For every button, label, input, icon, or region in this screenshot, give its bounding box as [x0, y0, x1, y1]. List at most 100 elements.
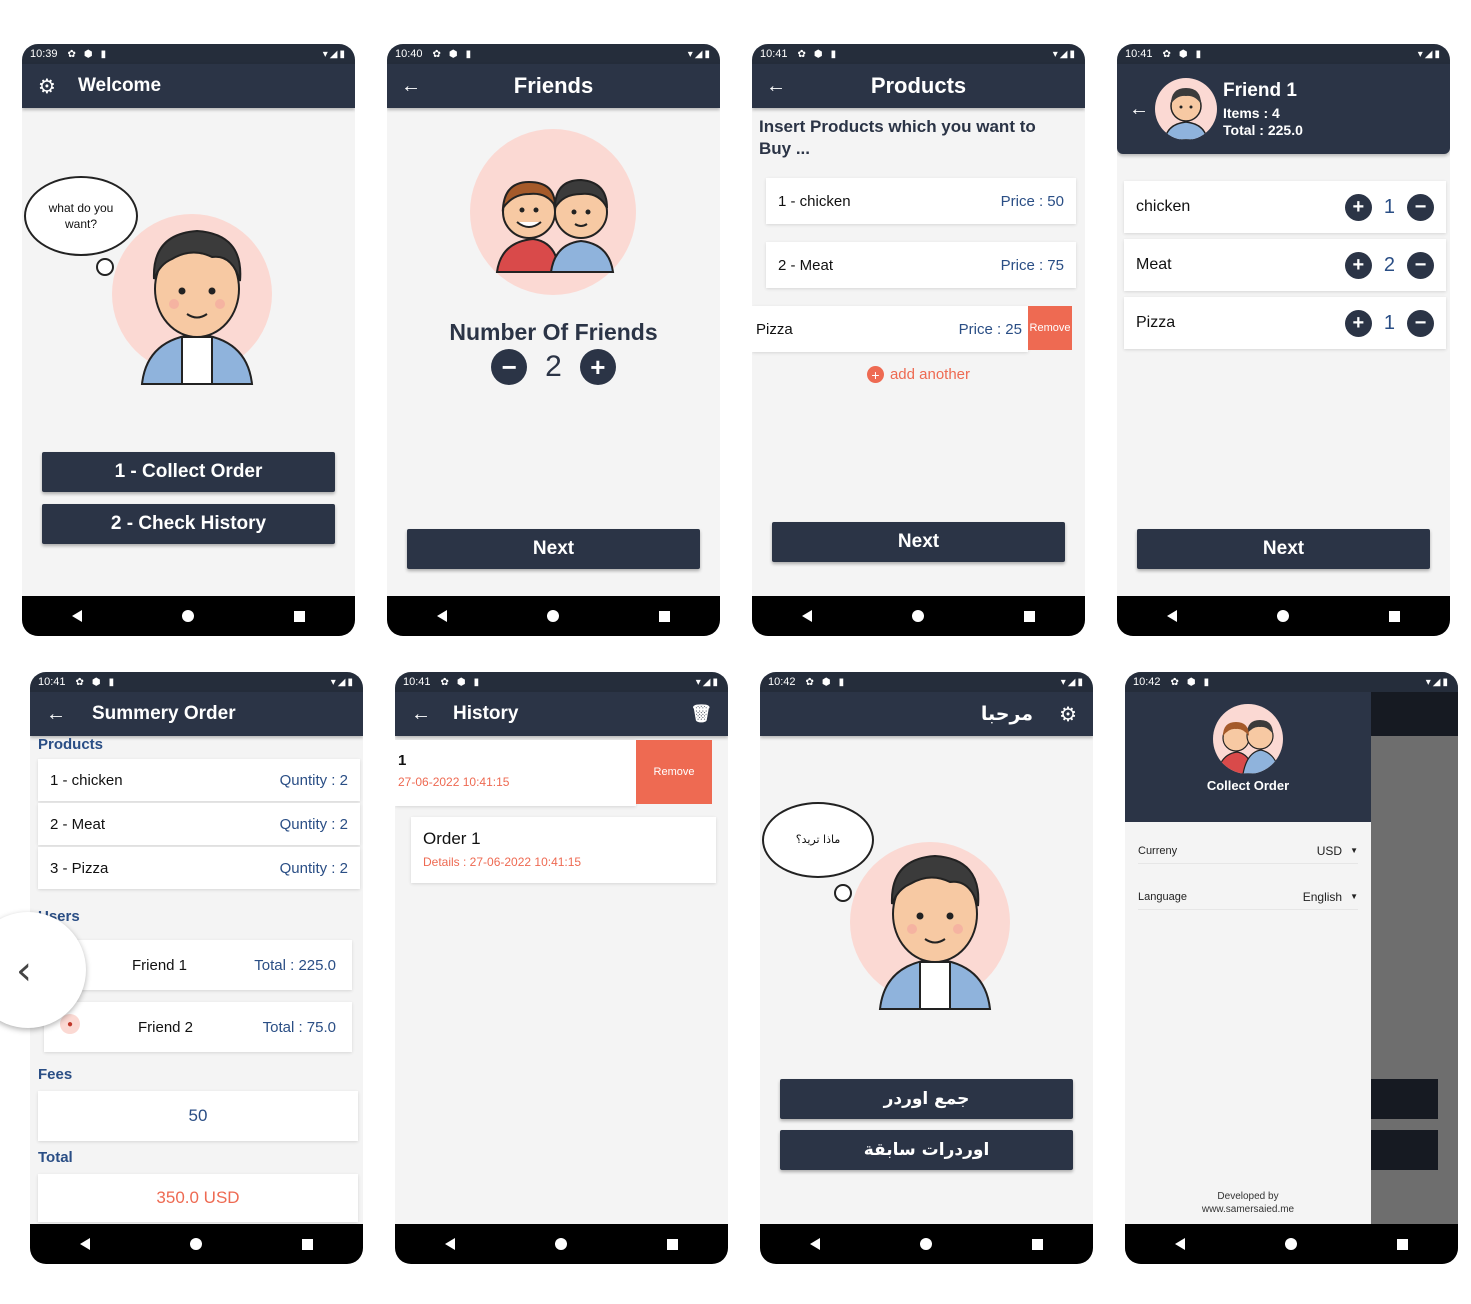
gear-icon[interactable]: ⚙: [38, 74, 56, 99]
developer-credit-url[interactable]: www.samersaied.me: [1125, 1203, 1371, 1216]
language-select[interactable]: English: [1303, 890, 1342, 904]
nav-back-icon[interactable]: [802, 610, 812, 622]
nav-back-icon[interactable]: [80, 1238, 90, 1250]
settings-status-icon: ✿: [67, 48, 76, 60]
chevron-down-icon: ▼: [1350, 892, 1358, 901]
shield-status-icon: ⬢: [1186, 676, 1196, 688]
product-price: Price : 25: [958, 320, 1022, 338]
next-button[interactable]: Next: [407, 529, 700, 569]
back-arrow-icon[interactable]: ←: [401, 75, 421, 98]
nav-recent-icon[interactable]: [1024, 610, 1035, 622]
nav-recent-icon[interactable]: [1389, 610, 1400, 622]
summary-product-row: 1 - chicken Quntity : 2: [38, 759, 360, 801]
add-another-link[interactable]: + add another: [752, 366, 1085, 383]
status-time: 10:42: [768, 676, 796, 688]
nav-back-icon[interactable]: [72, 610, 82, 622]
nav-recent-icon[interactable]: [302, 1238, 313, 1250]
next-button[interactable]: Next: [772, 522, 1065, 562]
language-setting[interactable]: Language English ▼: [1138, 884, 1358, 910]
back-arrow-icon[interactable]: ←: [411, 703, 431, 726]
sim-status-icon: ▮: [838, 676, 845, 688]
decrease-friends-button[interactable]: −: [491, 349, 528, 385]
nav-recent-icon[interactable]: [667, 1238, 678, 1250]
history-order-card[interactable]: Order 1 Details : 27-06-2022 10:41:15: [411, 817, 716, 883]
next-button[interactable]: Next: [1137, 529, 1430, 569]
product-qty: Quntity : 2: [279, 859, 348, 877]
product-name: Meat: [1136, 256, 1172, 273]
increase-qty-button[interactable]: +: [1344, 251, 1372, 279]
back-arrow-icon[interactable]: ←: [46, 703, 66, 726]
screen-arabic-welcome: 10:42 ✿ ⬢ ▮ ▾◢▮ مرحبا ⚙ ماذا تريد؟ جمع ا…: [760, 672, 1093, 1264]
nav-home-icon[interactable]: [1285, 1238, 1297, 1250]
screen-drawer: 10:42 ✿ ⬢ ▮ ▾◢▮ Collect Order Curreny US…: [1125, 672, 1458, 1264]
sim-status-icon: ▮: [1195, 48, 1202, 60]
page-title: Summery Order: [92, 703, 236, 724]
back-arrow-icon[interactable]: ←: [1129, 98, 1149, 121]
settings-status-icon: ✿: [797, 48, 806, 60]
drawer-avatar: [1213, 704, 1283, 774]
nav-back-icon[interactable]: [437, 610, 447, 622]
product-row-swiped[interactable]: Pizza Price : 25: [752, 306, 1028, 352]
shield-status-icon: ⬢: [91, 676, 101, 688]
nav-home-icon[interactable]: [182, 610, 194, 622]
back-arrow-icon[interactable]: ←: [766, 75, 786, 98]
status-bar: 10:41 ✿ ⬢ ▮ ▾◢▮: [1117, 44, 1450, 64]
collect-order-button-ar[interactable]: جمع اوردر: [780, 1079, 1073, 1119]
products-section-label: Products: [38, 736, 104, 753]
drawer-title: Collect Order: [1206, 778, 1290, 793]
currency-select[interactable]: USD: [1317, 844, 1342, 858]
nav-back-icon[interactable]: [1167, 610, 1177, 622]
previous-orders-button-ar[interactable]: اوردرات سابقة: [780, 1130, 1073, 1170]
nav-home-icon[interactable]: [920, 1238, 932, 1250]
trash-icon[interactable]: 🗑: [690, 704, 712, 724]
product-row[interactable]: 2 - Meat Price : 75: [766, 242, 1076, 288]
decrease-qty-button[interactable]: −: [1407, 251, 1434, 279]
sim-status-icon: ▮: [108, 676, 115, 688]
nav-home-icon[interactable]: [1277, 610, 1289, 622]
boy-avatar-illustration: [140, 229, 254, 385]
increase-qty-button[interactable]: +: [1344, 193, 1372, 221]
settings-status-icon: ✿: [1170, 676, 1179, 688]
nav-recent-icon[interactable]: [294, 610, 305, 622]
friends-avatar-illustration: [495, 178, 615, 273]
nav-back-icon[interactable]: [1175, 1238, 1185, 1250]
navigation-drawer: Collect Order Curreny USD ▼ Language Eng…: [1125, 692, 1371, 1224]
total-value: 350.0 USD: [156, 1188, 240, 1207]
signal-battery-icons: ▾◢▮: [1417, 48, 1442, 60]
fees-value: 50: [188, 1106, 208, 1125]
nav-back-icon[interactable]: [445, 1238, 455, 1250]
nav-home-icon[interactable]: [547, 610, 559, 622]
history-row-swiped[interactable]: 1 27-06-2022 10:41:15: [395, 740, 636, 806]
remove-product-button[interactable]: Remove: [1028, 306, 1072, 350]
developer-credit-line1: Developed by: [1217, 1191, 1279, 1202]
sim-status-icon: ▮: [1203, 676, 1210, 688]
increase-friends-button[interactable]: +: [579, 349, 616, 385]
check-history-button[interactable]: 2 - Check History: [42, 504, 335, 544]
currency-setting[interactable]: Curreny USD ▼: [1138, 838, 1358, 864]
add-another-label: add another: [889, 366, 971, 383]
nav-home-icon[interactable]: [190, 1238, 202, 1250]
nav-back-icon[interactable]: [810, 1238, 820, 1250]
language-label: Language: [1138, 890, 1187, 903]
collect-order-button[interactable]: 1 - Collect Order: [42, 452, 335, 492]
remove-history-button[interactable]: Remove: [636, 740, 712, 804]
decrease-qty-button[interactable]: −: [1407, 309, 1434, 337]
nav-recent-icon[interactable]: [1032, 1238, 1043, 1250]
nav-recent-icon[interactable]: [659, 610, 670, 622]
gear-icon[interactable]: ⚙: [1059, 702, 1077, 727]
page-title: Friends: [513, 73, 594, 98]
status-bar: 10:42 ✿ ⬢ ▮ ▾◢▮: [1125, 672, 1458, 692]
system-nav-bar: [1117, 596, 1450, 636]
system-nav-bar: [752, 596, 1085, 636]
nav-home-icon[interactable]: [912, 610, 924, 622]
app-bar: ← Summery Order: [30, 692, 363, 736]
status-time: 10:41: [760, 48, 788, 60]
decrease-qty-button[interactable]: −: [1407, 193, 1434, 221]
plus-circle-icon: +: [866, 366, 884, 383]
history-date: 27-06-2022 10:41:15: [398, 775, 510, 789]
increase-qty-button[interactable]: +: [1344, 309, 1372, 337]
product-name: 3 - Pizza: [50, 859, 109, 877]
product-row[interactable]: 1 - chicken Price : 50: [766, 178, 1076, 224]
nav-home-icon[interactable]: [555, 1238, 567, 1250]
nav-recent-icon[interactable]: [1397, 1238, 1408, 1250]
